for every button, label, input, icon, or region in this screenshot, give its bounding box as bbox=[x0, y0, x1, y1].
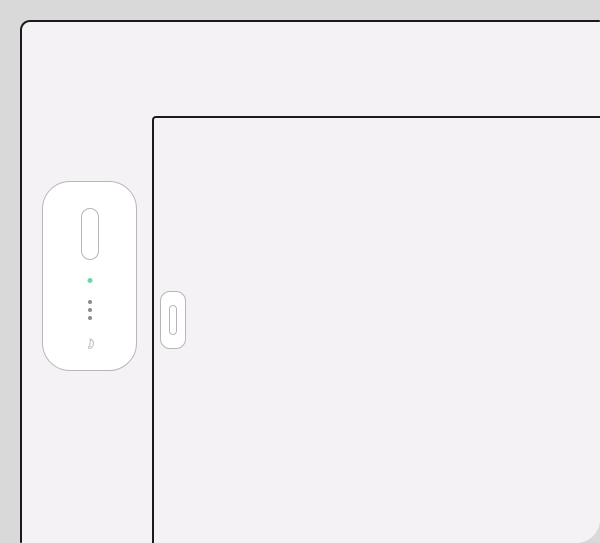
brand-logo-icon bbox=[83, 338, 97, 352]
sensor-status-led-icon bbox=[87, 278, 92, 283]
sensor-speaker-dots-icon bbox=[88, 300, 92, 320]
entry-sensor-body bbox=[42, 181, 137, 371]
entry-sensor-magnet bbox=[160, 291, 186, 349]
magnet-slot-icon bbox=[169, 305, 177, 335]
door-panel bbox=[152, 116, 600, 543]
sensor-install-diagram bbox=[0, 0, 600, 543]
sensor-button-slot bbox=[81, 208, 99, 260]
